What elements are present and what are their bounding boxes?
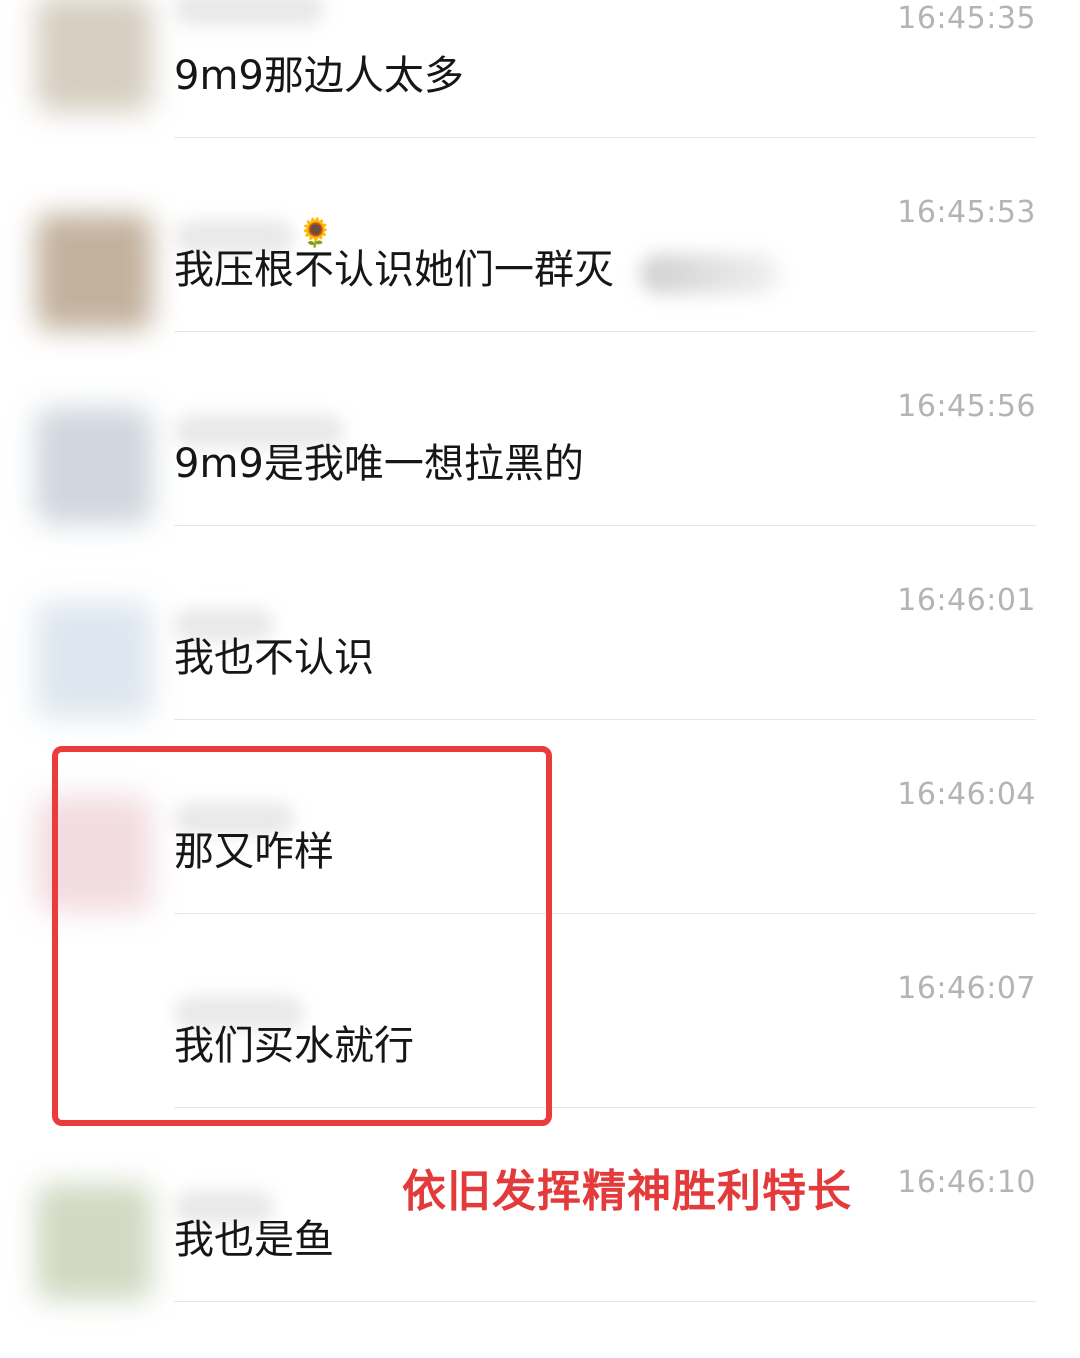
avatar[interactable] bbox=[36, 0, 152, 112]
message-item[interactable]: 🌻 16:45:53 我压根不认识她们一群灭 bbox=[0, 194, 1080, 388]
message-text: 我也是鱼 bbox=[174, 1217, 334, 1263]
avatar[interactable] bbox=[36, 214, 152, 330]
redacted-text bbox=[640, 254, 780, 294]
message-time: 16:45:56 bbox=[897, 389, 1036, 424]
message-item[interactable]: 16:45:35 9m9那边人太多 bbox=[0, 0, 1080, 194]
avatar[interactable] bbox=[36, 408, 152, 524]
divider bbox=[174, 1301, 1036, 1302]
divider bbox=[174, 525, 1036, 526]
message-text: 9m9那边人太多 bbox=[174, 53, 464, 99]
message-time: 16:45:35 bbox=[897, 1, 1036, 36]
message-time: 16:46:04 bbox=[897, 777, 1036, 812]
divider bbox=[174, 137, 1036, 138]
message-time: 16:46:07 bbox=[897, 971, 1036, 1006]
annotation-text: 依旧发挥精神胜利特长 bbox=[402, 1166, 852, 1217]
message-text: 我也不认识 bbox=[174, 635, 374, 681]
message-time: 16:46:01 bbox=[897, 583, 1036, 618]
avatar[interactable] bbox=[36, 602, 152, 718]
message-time: 16:45:53 bbox=[897, 195, 1036, 230]
message-item[interactable]: 16:45:56 9m9是我唯一想拉黑的 bbox=[0, 388, 1080, 582]
divider bbox=[174, 331, 1036, 332]
avatar[interactable] bbox=[36, 1184, 152, 1300]
message-text: 9m9是我唯一想拉黑的 bbox=[174, 441, 584, 487]
sender-name-blurred bbox=[174, 0, 324, 26]
divider bbox=[174, 719, 1036, 720]
message-time: 16:46:10 bbox=[897, 1165, 1036, 1200]
highlight-box bbox=[52, 746, 552, 1126]
message-text: 我压根不认识她们一群灭 bbox=[174, 247, 614, 293]
